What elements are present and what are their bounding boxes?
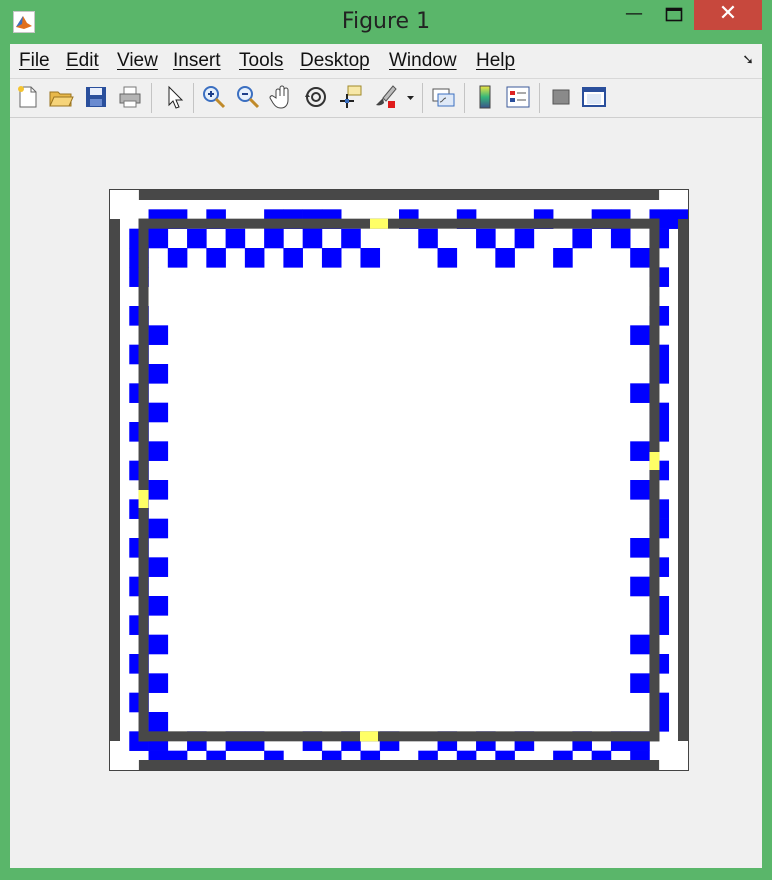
menu-help[interactable]: Help — [476, 50, 515, 72]
axes[interactable] — [109, 189, 689, 771]
data-cursor-icon[interactable] — [336, 83, 364, 111]
blue-cell — [148, 228, 169, 249]
blue-cell — [418, 228, 438, 249]
toolbar-separator — [193, 83, 194, 113]
figure-canvas — [10, 118, 762, 868]
minimize-button[interactable]: — — [612, 0, 656, 30]
blue-cell — [167, 248, 188, 268]
pan-hand-icon[interactable] — [268, 83, 296, 111]
inner-wall-left — [138, 218, 149, 742]
menu-insert[interactable]: Insert — [173, 50, 221, 72]
toolbar-separator — [422, 83, 423, 113]
yellow-marker — [360, 731, 378, 742]
maximize-button[interactable] — [656, 0, 692, 30]
blue-cell — [572, 228, 592, 249]
yellow-marker — [138, 490, 149, 508]
blue-cell — [148, 518, 169, 539]
toolbar-separator — [151, 83, 152, 113]
figure-toolbar — [10, 79, 762, 118]
menu-bar: File Edit View Insert Tools Desktop Wind… — [10, 44, 762, 79]
blue-cell — [476, 228, 496, 249]
insert-colorbar-icon[interactable] — [471, 83, 499, 111]
blue-cell — [553, 248, 573, 268]
menu-view[interactable]: View — [117, 50, 158, 72]
link-plot-icon[interactable] — [429, 83, 457, 111]
zoom-out-icon[interactable] — [234, 83, 262, 111]
blue-cell — [302, 228, 323, 249]
toolbar-separator — [464, 83, 465, 113]
blue-cell — [437, 248, 458, 268]
blue-cell — [206, 248, 226, 268]
inner-wall-top — [138, 218, 660, 229]
grid-image — [110, 190, 688, 770]
outer-wall-bottom — [138, 760, 660, 770]
outer-wall-left — [110, 219, 120, 741]
blue-cell — [630, 538, 650, 558]
title-bar[interactable]: Figure 1 — ✕ — [0, 0, 772, 44]
blue-cell — [610, 228, 631, 249]
blue-cell — [495, 248, 515, 268]
menu-desktop[interactable]: Desktop — [300, 50, 370, 72]
blue-cell — [360, 248, 381, 268]
blue-cell — [630, 634, 650, 655]
menu-file[interactable]: File — [19, 50, 50, 72]
blue-cell — [630, 383, 650, 403]
blue-cell — [148, 634, 169, 655]
menu-window[interactable]: Window — [389, 50, 457, 72]
zoom-in-icon[interactable] — [200, 83, 228, 111]
blue-cell — [630, 441, 650, 461]
toolbar-separator — [539, 83, 540, 113]
edit-plot-arrow-icon[interactable] — [160, 83, 188, 111]
blue-cell — [244, 248, 265, 268]
rotate-3d-icon[interactable] — [302, 83, 330, 111]
blue-cell — [321, 248, 342, 268]
insert-legend-icon[interactable] — [504, 83, 532, 111]
show-plot-tools-icon[interactable] — [580, 83, 608, 111]
brush-icon[interactable] — [371, 83, 399, 111]
brush-dropdown-icon[interactable] — [403, 83, 417, 111]
blue-cell — [148, 402, 169, 423]
blue-cell — [148, 596, 169, 616]
blue-cell — [148, 673, 169, 693]
blue-cell — [148, 441, 169, 461]
dock-arrow-icon[interactable]: ➘ — [742, 52, 754, 68]
menu-tools[interactable]: Tools — [239, 50, 283, 72]
yellow-marker — [370, 218, 388, 229]
blue-cell — [264, 228, 284, 249]
grid-background — [110, 190, 688, 770]
open-file-icon[interactable] — [47, 83, 75, 111]
blue-cell — [283, 248, 303, 268]
figure-window: Figure 1 — ✕ File Edit View Insert Tools… — [0, 0, 772, 880]
hide-plot-tools-icon[interactable] — [547, 83, 575, 111]
blue-cell — [148, 480, 169, 500]
print-figure-icon[interactable] — [116, 83, 144, 111]
save-figure-icon[interactable] — [82, 83, 110, 111]
new-figure-icon[interactable] — [14, 83, 42, 111]
blue-cell — [630, 673, 650, 693]
blue-cell — [630, 576, 650, 597]
close-button[interactable]: ✕ — [694, 0, 762, 30]
yellow-marker — [649, 452, 660, 470]
blue-cell — [630, 325, 650, 345]
inner-wall-bottom — [138, 731, 660, 742]
menu-edit[interactable]: Edit — [66, 50, 99, 72]
blue-cell — [148, 557, 169, 577]
blue-cell — [630, 480, 650, 500]
blue-cell — [630, 248, 650, 268]
outer-wall-right — [678, 219, 688, 741]
blue-cell — [148, 712, 169, 732]
blue-cell — [187, 228, 207, 249]
outer-wall-top — [138, 190, 660, 200]
blue-cell — [225, 228, 246, 249]
inner-wall-right — [649, 218, 660, 742]
blue-cell — [341, 228, 361, 249]
blue-cell — [148, 364, 169, 384]
blue-cell — [148, 325, 169, 345]
blue-cell — [514, 228, 535, 249]
